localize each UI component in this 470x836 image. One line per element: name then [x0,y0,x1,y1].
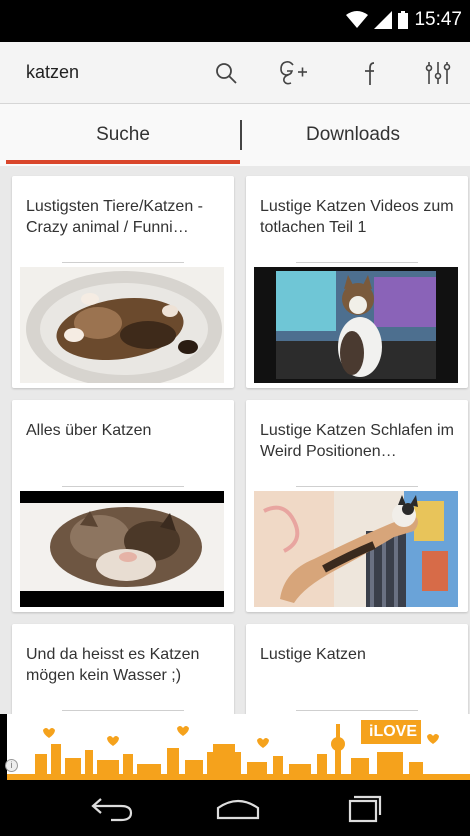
ad-text: iLOVE [369,723,418,740]
tab-downloads[interactable]: Downloads [242,104,464,166]
ad-banner[interactable]: iLOVE [7,714,470,780]
back-icon[interactable] [82,790,142,826]
tab-suche[interactable]: Suche [6,104,240,166]
settings-sliders-icon[interactable] [420,56,456,90]
wifi-icon [346,11,369,28]
video-title: Und da heisst es Katzen mögen kein Wasse… [26,646,200,684]
video-title: Lustige Katzen [260,646,366,663]
video-card[interactable]: Alles über Katzen [12,400,234,612]
card-divider [62,486,184,487]
card-divider [296,710,418,711]
video-thumbnail[interactable] [254,491,458,607]
signal-icon [374,11,393,29]
ad-info-icon[interactable]: i [5,759,18,772]
video-results-grid: Lustigsten Tiere/Katzen -Crazy animal / … [0,166,470,714]
video-title: Lustigsten Tiere/Katzen -Crazy animal / … [26,198,203,236]
card-divider [62,262,184,263]
active-tab-indicator [6,160,240,164]
video-card[interactable]: Lustige Katzen Schlafen im Weird Positio… [246,400,468,612]
video-title: Lustige Katzen Schlafen im Weird Positio… [260,422,454,460]
search-toolbar: katzen [0,42,470,104]
video-thumbnail[interactable] [20,491,224,607]
video-card[interactable]: Lustige Katzen [246,624,468,714]
facebook-icon[interactable] [350,56,386,90]
recent-apps-icon[interactable] [334,790,394,826]
video-title: Alles über Katzen [26,422,152,439]
status-icons: 15:47 [346,9,462,31]
video-card[interactable]: Und da heisst es Katzen mögen kein Wasse… [12,624,234,714]
video-card[interactable]: Lustigsten Tiere/Katzen -Crazy animal / … [12,176,234,388]
tab-suche-label: Suche [96,124,150,145]
status-time: 15:47 [414,9,462,30]
google-plus-icon[interactable] [276,56,312,90]
video-thumbnail[interactable] [20,267,224,383]
video-title: Lustige Katzen Videos zum totlachen Teil… [260,198,454,236]
video-thumbnail[interactable] [254,267,458,383]
battery-icon [398,11,409,29]
tab-downloads-label: Downloads [306,124,400,145]
card-divider [296,262,418,263]
card-divider [62,710,184,711]
status-bar: 15:47 [0,0,470,42]
card-divider [296,486,418,487]
video-card[interactable]: Lustige Katzen Videos zum totlachen Teil… [246,176,468,388]
search-query-text[interactable]: katzen [26,62,79,83]
home-icon[interactable] [208,790,268,826]
tab-bar: Suche Downloads [0,104,470,166]
search-icon[interactable] [208,56,244,90]
system-nav-bar [0,780,470,836]
